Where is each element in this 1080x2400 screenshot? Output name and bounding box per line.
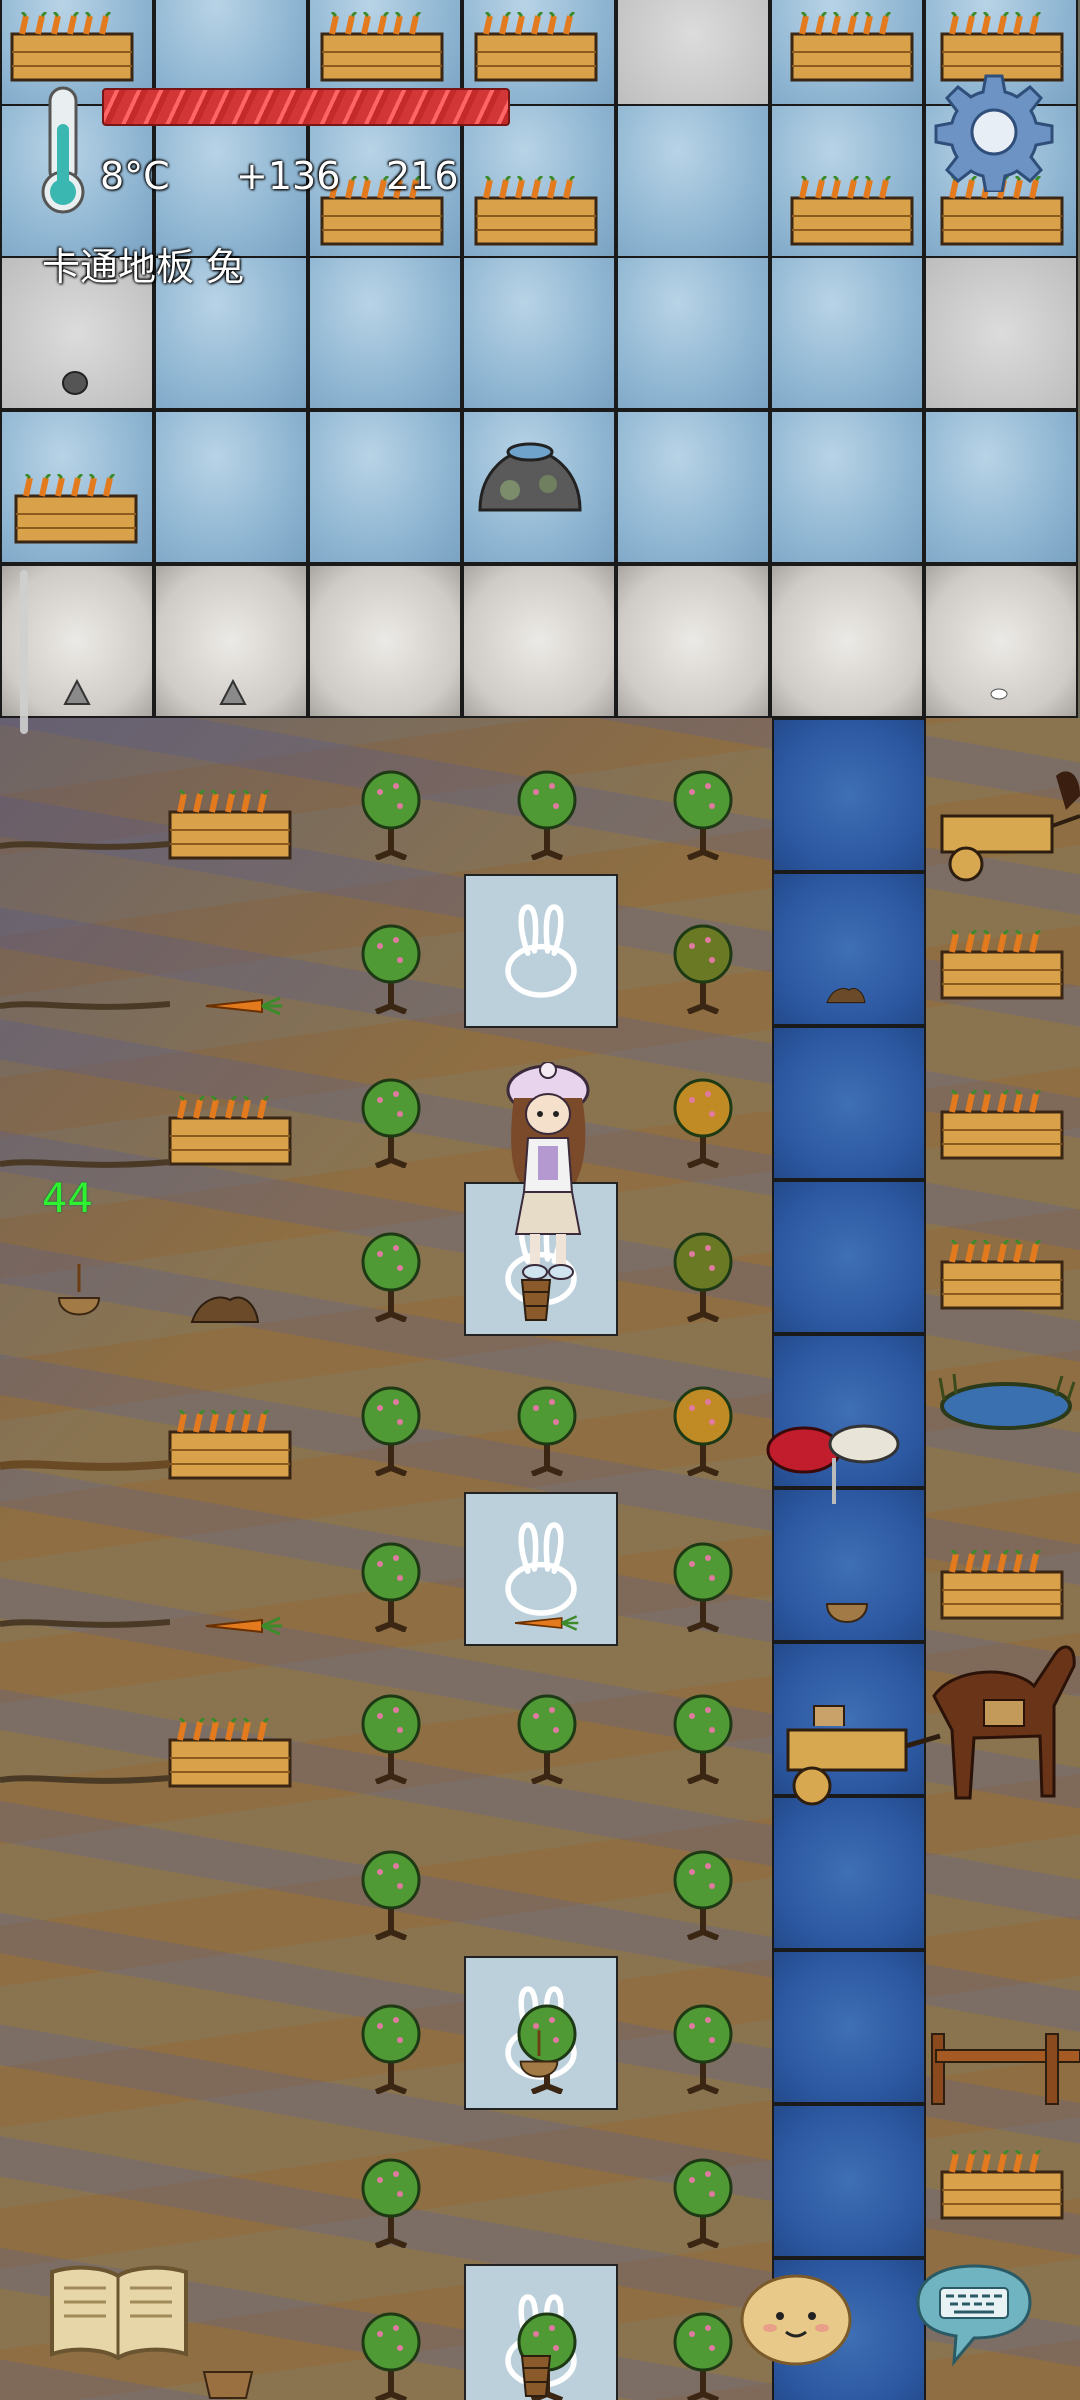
furrow[interactable] <box>0 836 170 856</box>
book-icon[interactable] <box>46 2262 192 2362</box>
fruit-tree[interactable] <box>356 1848 426 1940</box>
furrow[interactable] <box>0 1770 170 1790</box>
fallen-figure[interactable] <box>764 1398 914 1508</box>
stone-well[interactable] <box>470 420 590 520</box>
wooden-crate[interactable] <box>790 176 914 246</box>
wooden-crate[interactable] <box>168 790 292 860</box>
temperature-readout: 8°C <box>100 154 170 198</box>
carrot[interactable] <box>510 1612 580 1634</box>
wooden-fence[interactable] <box>926 2026 1080 2106</box>
fruit-tree[interactable] <box>356 1230 426 1322</box>
fruit-tree[interactable] <box>668 1076 738 1168</box>
horse-cart[interactable] <box>936 766 1080 886</box>
food-bonus: +136 <box>236 154 341 198</box>
carrot[interactable] <box>200 1614 284 1638</box>
furrow[interactable] <box>0 1614 170 1634</box>
wooden-crate[interactable] <box>10 12 134 82</box>
wooden-crate[interactable] <box>320 12 444 82</box>
gear-icon[interactable] <box>934 72 1054 192</box>
fruit-tree[interactable] <box>356 768 426 860</box>
fruit-tree[interactable] <box>512 1384 582 1476</box>
fruit-tree[interactable] <box>356 922 426 1014</box>
fruit-tree[interactable] <box>356 2002 426 2094</box>
small-rock[interactable] <box>218 678 248 706</box>
wooden-crate[interactable] <box>790 12 914 82</box>
hovered-object-label: 卡通地板 兔 <box>42 245 245 289</box>
fruit-tree[interactable] <box>356 2310 426 2400</box>
food-total: 216 <box>386 154 459 198</box>
fruit-tree[interactable] <box>668 1692 738 1784</box>
wooden-crate[interactable] <box>14 474 138 544</box>
fruit-tree[interactable] <box>668 2310 738 2400</box>
small-pond[interactable] <box>936 1370 1076 1432</box>
wooden-crate[interactable] <box>168 1096 292 1166</box>
dirt-pile[interactable] <box>826 982 866 1006</box>
white-pebble[interactable] <box>990 688 1008 700</box>
rabbit-floor-tile[interactable] <box>464 874 618 1028</box>
thermometer-icon <box>41 86 85 214</box>
fruit-tree[interactable] <box>668 1384 738 1476</box>
game-world[interactable] <box>0 0 1080 2400</box>
wooden-crate[interactable] <box>940 1240 1064 1310</box>
green-counter: 44 <box>42 1176 93 1222</box>
bowl[interactable] <box>824 1598 870 1628</box>
small-stone[interactable] <box>60 370 90 396</box>
fruit-tree[interactable] <box>512 1692 582 1784</box>
fruit-tree[interactable] <box>668 2002 738 2094</box>
rabbit-icon <box>505 1522 577 1616</box>
wooden-bucket[interactable] <box>518 2350 554 2398</box>
fruit-tree[interactable] <box>356 1692 426 1784</box>
wooden-crate[interactable] <box>168 1718 292 1788</box>
wooden-crate[interactable] <box>940 1550 1064 1620</box>
fruit-tree[interactable] <box>668 1848 738 1940</box>
wooden-crate[interactable] <box>940 2150 1064 2220</box>
horse-cart[interactable] <box>784 1626 1080 1816</box>
carrot[interactable] <box>200 994 284 1018</box>
rabbit-icon <box>505 904 577 998</box>
fruit-tree[interactable] <box>668 922 738 1014</box>
fruit-tree[interactable] <box>668 2156 738 2248</box>
health-bar <box>102 88 510 126</box>
fruit-tree[interactable] <box>512 768 582 860</box>
furrow[interactable] <box>0 1154 170 1174</box>
fruit-tree[interactable] <box>356 1076 426 1168</box>
fruit-tree[interactable] <box>356 1540 426 1632</box>
fruit-tree[interactable] <box>356 1384 426 1476</box>
player-character[interactable] <box>500 1062 596 1282</box>
wooden-crate[interactable] <box>168 1410 292 1480</box>
woven-basket[interactable] <box>200 2366 256 2400</box>
fruit-tree[interactable] <box>356 2156 426 2248</box>
furrow[interactable] <box>0 996 170 1016</box>
dirt-pile[interactable] <box>190 1290 260 1324</box>
scrollbar[interactable] <box>20 570 28 734</box>
fruit-tree[interactable] <box>668 1230 738 1322</box>
small-rock[interactable] <box>62 678 92 706</box>
fruit-tree[interactable] <box>668 1540 738 1632</box>
wooden-crate[interactable] <box>940 930 1064 1000</box>
keyboard-icon[interactable] <box>910 2262 1036 2366</box>
bowl-with-stick[interactable] <box>516 2026 562 2086</box>
wooden-crate[interactable] <box>474 12 598 82</box>
bowl-with-stick[interactable] <box>54 1262 104 1322</box>
fruit-tree[interactable] <box>668 768 738 860</box>
potato-face-icon[interactable] <box>738 2268 854 2368</box>
wooden-crate[interactable] <box>474 176 598 246</box>
river[interactable] <box>772 718 926 2400</box>
furrow[interactable] <box>0 1456 170 1476</box>
wooden-crate[interactable] <box>940 1090 1064 1160</box>
